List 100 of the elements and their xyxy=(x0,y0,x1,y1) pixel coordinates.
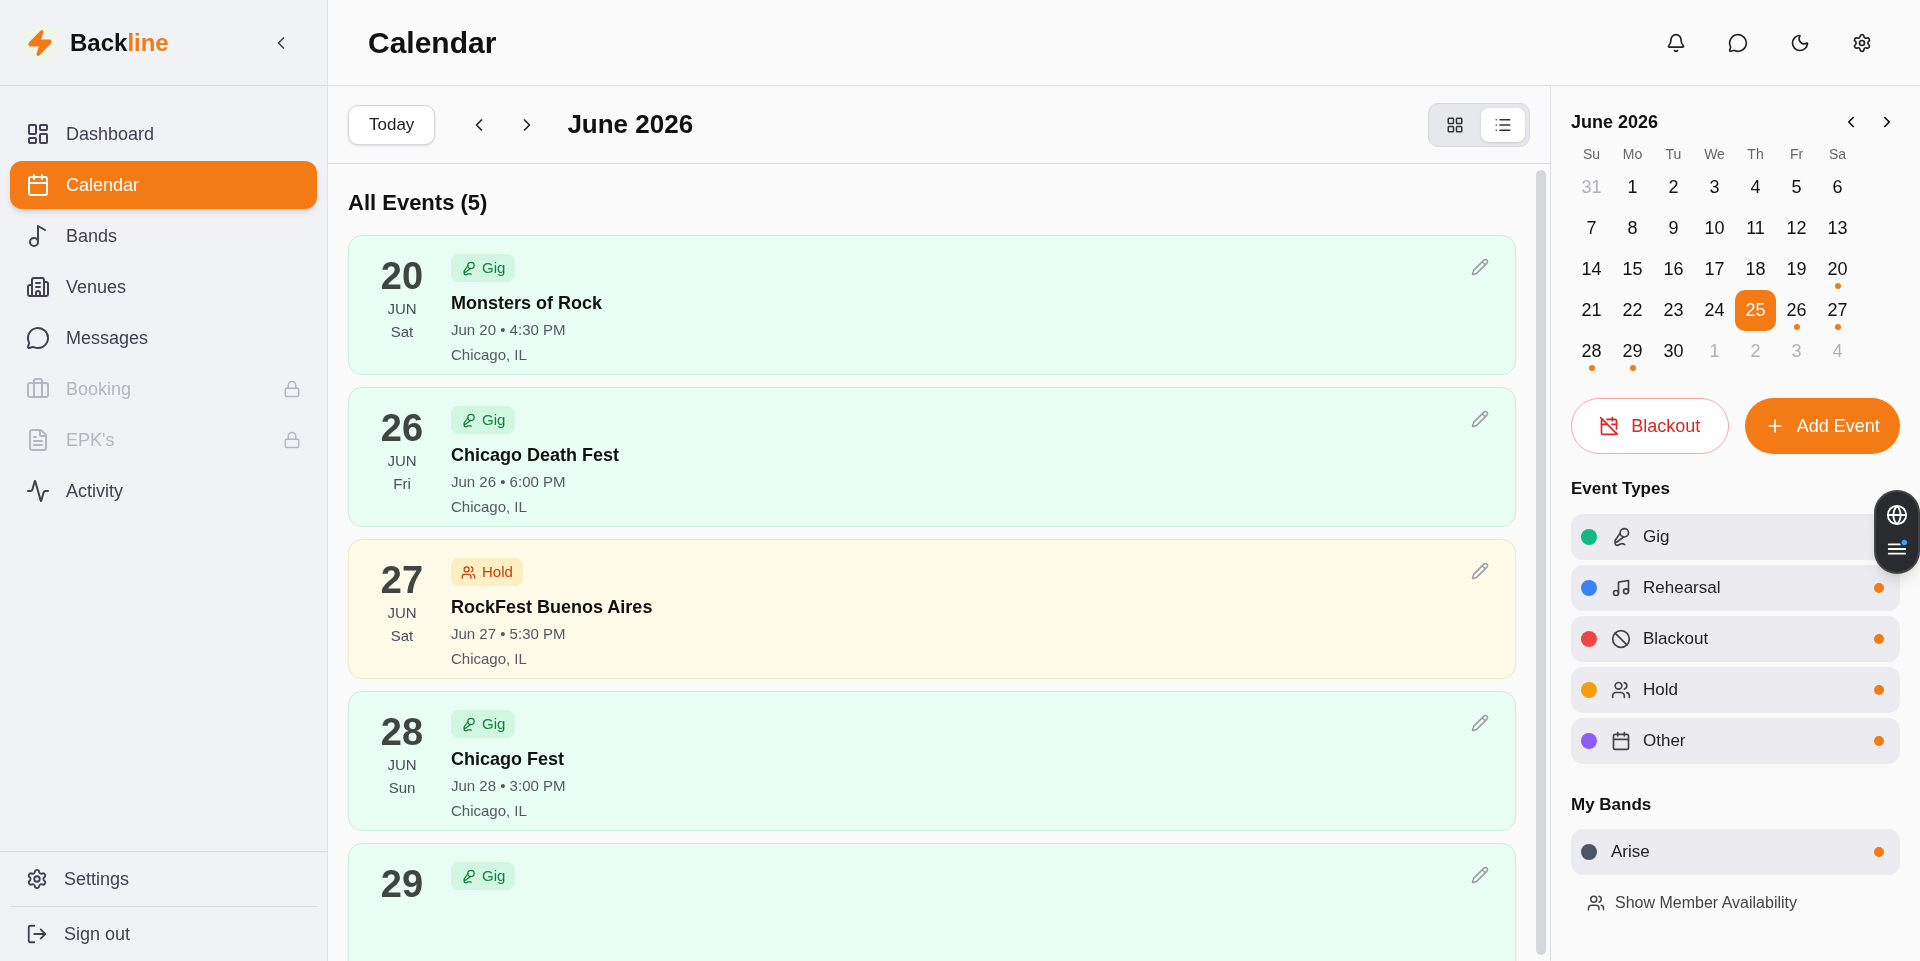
nav-item[interactable]: Venues xyxy=(10,263,317,311)
weekday-label: Fr xyxy=(1788,145,1805,164)
calendar-day[interactable]: 10 xyxy=(1694,208,1735,249)
calendar-day[interactable]: 8 xyxy=(1612,208,1653,249)
event-card[interactable]: 29 Gig xyxy=(348,843,1516,961)
calendar-day[interactable]: 27 xyxy=(1817,290,1858,331)
nav-item[interactable]: Activity xyxy=(10,467,317,515)
lock-icon xyxy=(283,380,301,398)
event-title: Chicago Fest xyxy=(451,748,565,771)
calendar-day[interactable]: 17 xyxy=(1694,249,1735,290)
calendar-day[interactable]: 4 xyxy=(1735,167,1776,208)
event-title: Monsters of Rock xyxy=(451,292,603,315)
calendar-day[interactable]: 11 xyxy=(1735,208,1776,249)
nav-item[interactable]: Sign out xyxy=(10,907,317,961)
event-card[interactable]: 26 JUN Fri Gig Chicago Death Fest Jun 26 • 6:00 PM Chicago, IL xyxy=(348,387,1516,527)
page-title: Calendar xyxy=(368,25,497,61)
chat-bubble-icon xyxy=(1728,32,1748,53)
nav-item[interactable]: Messages xyxy=(10,314,317,362)
calendar-day[interactable]: 28 xyxy=(1571,331,1612,372)
event-type-filter[interactable]: Hold xyxy=(1571,666,1900,713)
pencil-icon xyxy=(1471,410,1489,428)
calendar-day[interactable]: 5 xyxy=(1776,167,1817,208)
calendar-day[interactable]: 20 xyxy=(1817,249,1858,290)
calendar-day[interactable]: 7 xyxy=(1571,208,1612,249)
calendar-day[interactable]: 29 xyxy=(1612,331,1653,372)
microphone-icon xyxy=(461,412,476,428)
event-type-tag: Gig xyxy=(451,254,516,282)
event-weekday: Sun xyxy=(388,777,416,798)
nav-item[interactable]: Dashboard xyxy=(10,110,317,158)
event-month: JUN xyxy=(387,755,417,775)
users-icon xyxy=(1587,894,1605,912)
calendar-icon xyxy=(26,173,50,197)
event-card[interactable]: 20 JUN Sat Gig Monsters of Rock Jun 20 • 4:30 PM Chicago, IL xyxy=(348,235,1516,375)
calendar-day[interactable]: 14 xyxy=(1571,249,1612,290)
event-type-filter[interactable]: Blackout xyxy=(1571,615,1900,662)
weekday-label: Sa xyxy=(1827,145,1848,164)
calendar-day[interactable]: 26 xyxy=(1776,290,1817,331)
music-notes-icon xyxy=(1611,577,1631,598)
calendar-day[interactable]: 23 xyxy=(1653,290,1694,331)
calendar-day[interactable]: 30 xyxy=(1653,331,1694,372)
scrollbar[interactable] xyxy=(1536,170,1546,955)
event-type-tag: Gig xyxy=(451,862,516,890)
pencil-icon xyxy=(1471,258,1489,276)
band-filter[interactable]: Arise xyxy=(1571,829,1900,875)
microphone-icon xyxy=(461,868,476,884)
sign-out-icon xyxy=(26,923,48,945)
weekday-label: Su xyxy=(1581,145,1602,164)
event-time: Jun 28 • 3:00 PM xyxy=(451,776,566,796)
calendar-day[interactable]: 24 xyxy=(1694,290,1735,331)
microphone-icon xyxy=(461,716,476,732)
event-card[interactable]: 28 JUN Sun Gig Chicago Fest Jun 28 • 3:00 PM Chicago, IL xyxy=(348,691,1516,831)
calendar-day[interactable]: 1 xyxy=(1612,167,1653,208)
member-availability-button[interactable]: Show Member Availability xyxy=(1571,891,1900,915)
calendar-day[interactable]: 18 xyxy=(1735,249,1776,290)
event-type-tag: Gig xyxy=(451,710,516,738)
month-title: June 2026 xyxy=(567,108,694,141)
lock-icon xyxy=(283,431,301,449)
event-location: Chicago, IL xyxy=(451,800,527,821)
calendar-day[interactable]: 6 xyxy=(1817,167,1858,208)
blackout-button[interactable]: Blackout xyxy=(1571,398,1729,454)
calendar-day[interactable]: 15 xyxy=(1612,249,1653,290)
event-card[interactable]: 27 JUN Sat Hold RockFest Buenos Aires Jun 27 • 5:30 PM Chicago, IL xyxy=(348,539,1516,679)
brand-name: Backline xyxy=(70,27,169,58)
calendar-day[interactable]: 2 xyxy=(1653,167,1694,208)
calendar-day[interactable]: 16 xyxy=(1653,249,1694,290)
grid-view-icon xyxy=(1446,115,1464,134)
today-button[interactable]: Today xyxy=(348,104,436,145)
event-location: Chicago, IL xyxy=(451,344,527,365)
moon-icon xyxy=(1790,32,1810,53)
calendar-day[interactable]: 13 xyxy=(1817,208,1858,249)
calendar-day[interactable]: 3 xyxy=(1694,167,1735,208)
event-weekday: Sat xyxy=(390,625,414,646)
settings-icon xyxy=(26,868,48,890)
calendar-day[interactable]: 9 xyxy=(1653,208,1694,249)
event-time: Jun 26 • 6:00 PM xyxy=(451,472,566,492)
users-icon xyxy=(1611,679,1631,700)
calendar-day[interactable]: 12 xyxy=(1776,208,1817,249)
weekday-label: Mo xyxy=(1621,145,1644,164)
nav-item[interactable]: Bands xyxy=(10,212,317,260)
calendar-icon xyxy=(1611,730,1631,751)
event-title: RockFest Buenos Aires xyxy=(451,596,653,619)
event-day: 20 xyxy=(380,254,424,298)
weekday-label: We xyxy=(1703,145,1726,164)
calendar-day[interactable]: 21 xyxy=(1571,290,1612,331)
calendar-day[interactable]: 22 xyxy=(1612,290,1653,331)
event-type-filter[interactable]: Rehearsal xyxy=(1571,564,1900,611)
event-month: JUN xyxy=(387,299,417,319)
event-day: 28 xyxy=(380,710,424,754)
building-icon xyxy=(26,275,50,299)
event-type-filter[interactable]: Other xyxy=(1571,717,1900,764)
mini-calendar-title: June 2026 xyxy=(1571,110,1659,134)
bell-icon xyxy=(1666,32,1686,53)
settings-icon xyxy=(1852,32,1872,53)
dashboard-icon xyxy=(26,122,50,146)
globe-icon[interactable] xyxy=(1886,504,1908,526)
weekday-label: Tu xyxy=(1664,145,1683,164)
nav-item[interactable]: Settings xyxy=(10,852,317,906)
chat-bubble-icon xyxy=(26,326,50,350)
calendar-day[interactable]: 19 xyxy=(1776,249,1817,290)
view-option[interactable] xyxy=(1481,107,1525,142)
